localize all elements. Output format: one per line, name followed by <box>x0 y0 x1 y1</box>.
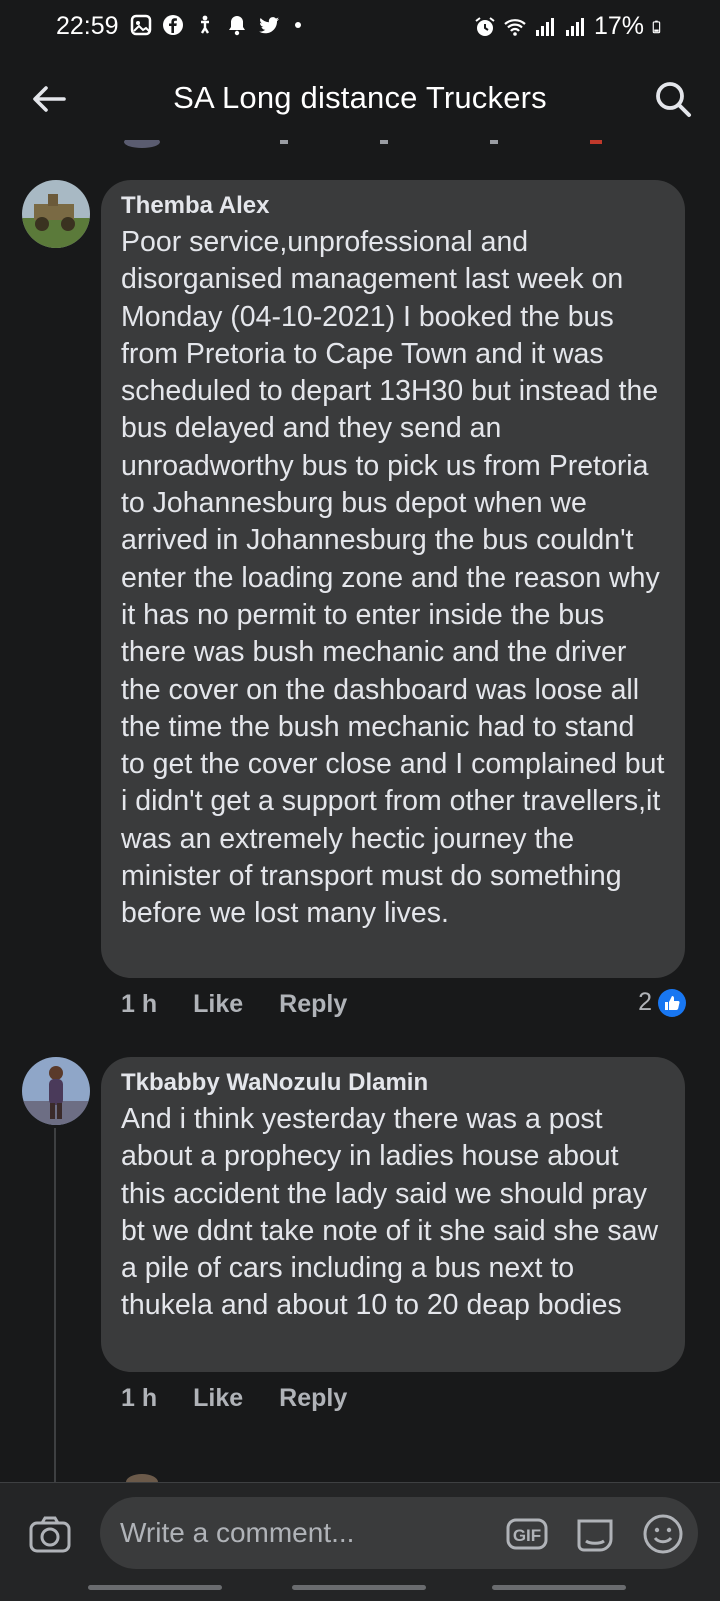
page-title: SA Long distance Truckers <box>173 80 547 115</box>
previous-comment-fragment <box>124 140 602 148</box>
comment-time: 1 h <box>121 1384 158 1412</box>
comment-composer: GIF <box>0 1482 720 1601</box>
avatar-image <box>22 1057 90 1125</box>
reply-avatar-fragment <box>126 1474 158 1482</box>
search-icon[interactable] <box>650 76 696 122</box>
like-reaction-icon <box>658 988 686 1017</box>
comment-text: Poor service,unprofessional and disorgan… <box>121 226 665 930</box>
status-time: 22:59 <box>56 12 119 40</box>
alarm-icon <box>475 16 495 36</box>
dot-icon <box>295 22 301 28</box>
avatar-image <box>22 180 90 248</box>
comment-actions: 1 h Like Reply <box>121 990 383 1019</box>
facebook-icon <box>163 15 183 35</box>
reaction-count: 2 <box>638 988 652 1016</box>
status-bar: 22:59 17% <box>0 0 720 54</box>
emoji-icon[interactable] <box>642 1513 684 1555</box>
camera-icon[interactable] <box>28 1513 72 1557</box>
comment-bubble: Tkbabby WaNozulu Dlamin And i think yest… <box>101 1057 685 1372</box>
reply-thread-line <box>54 1128 56 1483</box>
like-button[interactable]: Like <box>193 1384 243 1413</box>
reply-button[interactable]: Reply <box>279 1384 347 1413</box>
battery-icon <box>652 20 661 33</box>
comment-actions: 1 h Like Reply <box>121 1384 383 1413</box>
comment-text: And i think yesterday there was a post a… <box>121 1103 659 1322</box>
reaction-summary[interactable]: 2 <box>638 988 686 1017</box>
twitter-icon <box>259 17 279 34</box>
nav-handle[interactable] <box>88 1585 222 1590</box>
nav-handle[interactable] <box>292 1585 426 1590</box>
avatar[interactable] <box>22 180 90 248</box>
wifi-icon <box>504 18 526 36</box>
comment-author[interactable]: Tkbabby WaNozulu Dlamin <box>121 1069 665 1097</box>
reply-button[interactable]: Reply <box>279 990 347 1019</box>
signal-icon <box>565 17 584 36</box>
comment-author[interactable]: Themba Alex <box>121 192 665 220</box>
like-button[interactable]: Like <box>193 990 243 1019</box>
status-notification-icons <box>130 14 312 36</box>
composer-actions: GIF <box>506 1513 684 1555</box>
comment-time: 1 h <box>121 990 158 1018</box>
gif-icon[interactable]: GIF <box>506 1513 548 1555</box>
gallery-icon <box>130 14 152 36</box>
battery-percentage: 17% <box>593 12 644 40</box>
signal-icon <box>535 17 554 36</box>
bell-icon <box>229 16 245 36</box>
app-bar: SA Long distance Truckers <box>0 54 720 144</box>
sticker-icon[interactable] <box>574 1513 616 1555</box>
status-system-icons: 17% <box>474 12 666 41</box>
gif-label: GIF <box>513 1526 541 1545</box>
comment-bubble: Themba Alex Poor service,unprofessional … <box>101 180 685 978</box>
accessibility-icon <box>200 15 210 34</box>
avatar[interactable] <box>22 1057 90 1125</box>
nav-handle[interactable] <box>492 1585 626 1590</box>
